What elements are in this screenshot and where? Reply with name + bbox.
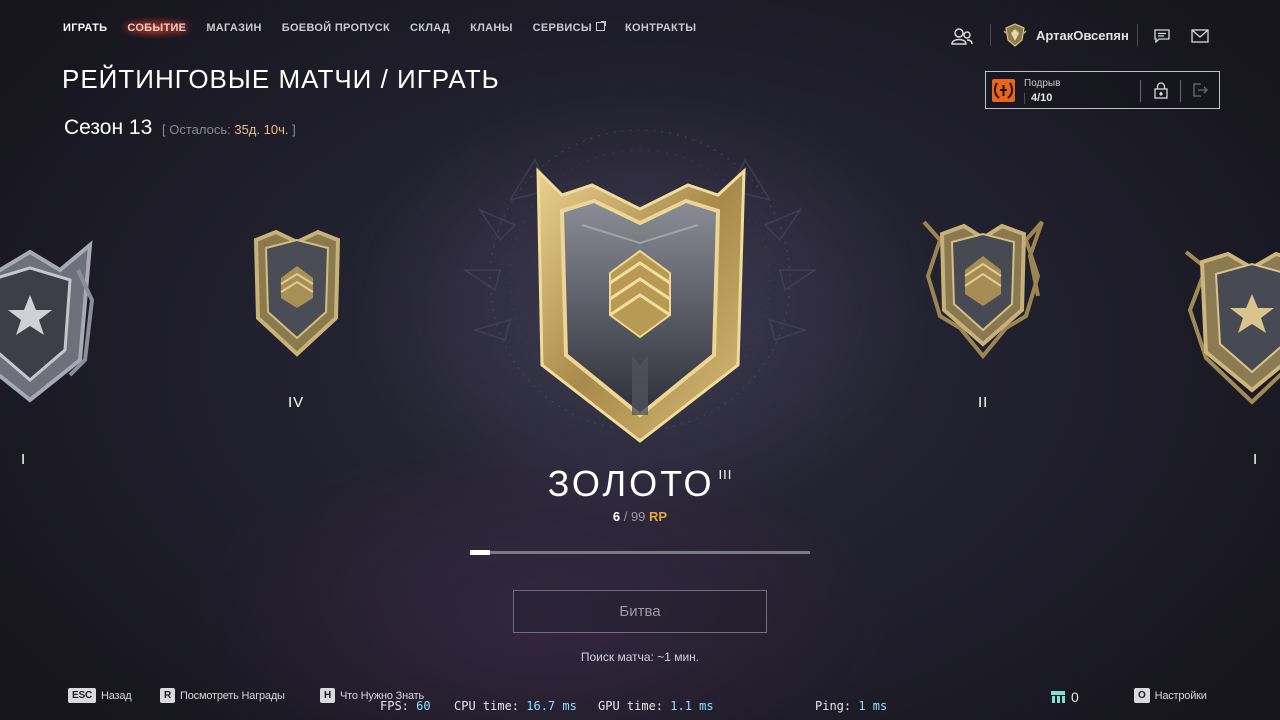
nav-store[interactable]: МАГАЗИН: [206, 22, 261, 34]
current-rank-title: ЗОЛОТО: [547, 463, 715, 504]
battle-button[interactable]: Битва: [513, 590, 767, 633]
player-name[interactable]: АртакОвсепян: [1036, 28, 1129, 43]
stat-ping: Ping: 1 ms: [815, 699, 887, 713]
hint-settings-label: Настройки: [1154, 689, 1207, 702]
rank-label-right: II: [978, 394, 989, 411]
key-o: O: [1134, 688, 1150, 703]
hint-back[interactable]: ESC Назад: [68, 688, 132, 703]
current-rank-tier: III: [718, 467, 733, 482]
rank-badge-silver-i-left[interactable]: [0, 240, 100, 410]
hint-back-label: Назад: [100, 689, 132, 702]
lock-icon[interactable]: [1154, 82, 1168, 99]
rp-max: 99: [630, 509, 646, 524]
season-remaining-suffix: ]: [288, 122, 296, 137]
divider: [990, 24, 991, 46]
hint-view-rewards-label: Посмотреть Награды: [180, 689, 285, 702]
stat-gpu-value: 1.1 ms: [670, 699, 714, 713]
rank-badge-gold-iv[interactable]: [250, 226, 344, 358]
divider: [1140, 80, 1141, 102]
stat-ping-label: Ping:: [815, 699, 859, 713]
nav-services-label: СЕРВИСЫ: [532, 22, 592, 34]
current-rank-name: ЗОЛОТО III: [0, 463, 1280, 505]
season-remaining: [ Осталось: 35д. 10ч. ]: [162, 122, 296, 137]
nav-play[interactable]: ИГРАТЬ: [63, 22, 107, 34]
friends-icon[interactable]: [951, 27, 973, 45]
divider: [1024, 93, 1025, 104]
challenge-progress: 4/10: [1031, 92, 1053, 104]
currency-icon: [1051, 691, 1065, 703]
main-nav: ИГРАТЬ СОБЫТИЕ МАГАЗИН БОЕВОЙ ПРОПУСК СК…: [63, 16, 716, 40]
divider: [1137, 24, 1138, 46]
key-esc: ESC: [68, 688, 96, 703]
external-link-icon: [595, 21, 606, 31]
currency-balance[interactable]: 0: [1051, 689, 1079, 705]
divider: [1180, 80, 1181, 102]
mail-icon[interactable]: [1191, 29, 1209, 43]
stat-cpu: CPU time: 16.7 ms: [454, 699, 577, 713]
challenge-tracker[interactable]: Подрыв 4/10: [985, 71, 1220, 109]
challenge-name: Подрыв: [1024, 78, 1061, 89]
rp-unit: RP: [649, 509, 668, 524]
nav-battle-pass[interactable]: БОЕВОЙ ПРОПУСК: [282, 22, 390, 34]
key-r: R: [160, 688, 176, 703]
key-h: H: [320, 688, 336, 703]
stat-fps-value: 60: [416, 699, 431, 713]
challenge-icon: [992, 79, 1015, 102]
rank-label-far-right: I: [1253, 451, 1259, 468]
stat-cpu-label: CPU time:: [454, 699, 527, 713]
season-remaining-prefix: [ Осталось:: [162, 122, 235, 137]
rp-separator: /: [620, 509, 631, 524]
stat-cpu-value: 16.7 ms: [526, 699, 577, 713]
rank-label-left: IV: [288, 394, 305, 411]
nav-contracts[interactable]: КОНТРАКТЫ: [625, 22, 696, 34]
stat-fps: FPS: 60: [380, 699, 431, 713]
stat-gpu: GPU time: 1.1 ms: [598, 699, 714, 713]
chat-icon[interactable]: [1154, 29, 1170, 43]
exit-icon[interactable]: [1192, 82, 1208, 98]
rank-progress-fill: [470, 550, 490, 555]
stat-gpu-label: GPU time:: [598, 699, 671, 713]
rank-badge-gold-ii[interactable]: [920, 216, 1046, 360]
nav-clans[interactable]: КЛАНЫ: [470, 22, 513, 34]
rank-badge-gold-i-right[interactable]: [1182, 240, 1280, 410]
hint-view-rewards[interactable]: R Посмотреть Награды: [160, 688, 285, 703]
season-label: Сезон 13: [64, 116, 153, 139]
stat-fps-label: FPS:: [380, 699, 417, 713]
season-remaining-value: 35д. 10ч.: [234, 122, 289, 137]
rank-points: 6 / 99 RP: [0, 509, 1280, 524]
matchmaking-estimate: Поиск матча: ~1 мин.: [580, 650, 700, 664]
page-title: РЕЙТИНГОВЫЕ МАТЧИ / ИГРАТЬ: [62, 64, 500, 94]
nav-services[interactable]: СЕРВИСЫ: [532, 21, 606, 34]
stat-ping-value: 1 ms: [858, 699, 888, 713]
hint-settings[interactable]: O Настройки: [1134, 688, 1207, 703]
rank-progress-bar: [470, 550, 810, 555]
nav-event[interactable]: СОБЫТИЕ: [119, 16, 195, 40]
player-rank-emblem-icon[interactable]: [1002, 22, 1028, 48]
currency-value: 0: [1071, 689, 1079, 705]
rank-badge-current-gold-iii[interactable]: [532, 165, 748, 445]
nav-warehouse[interactable]: СКЛАД: [410, 22, 450, 34]
